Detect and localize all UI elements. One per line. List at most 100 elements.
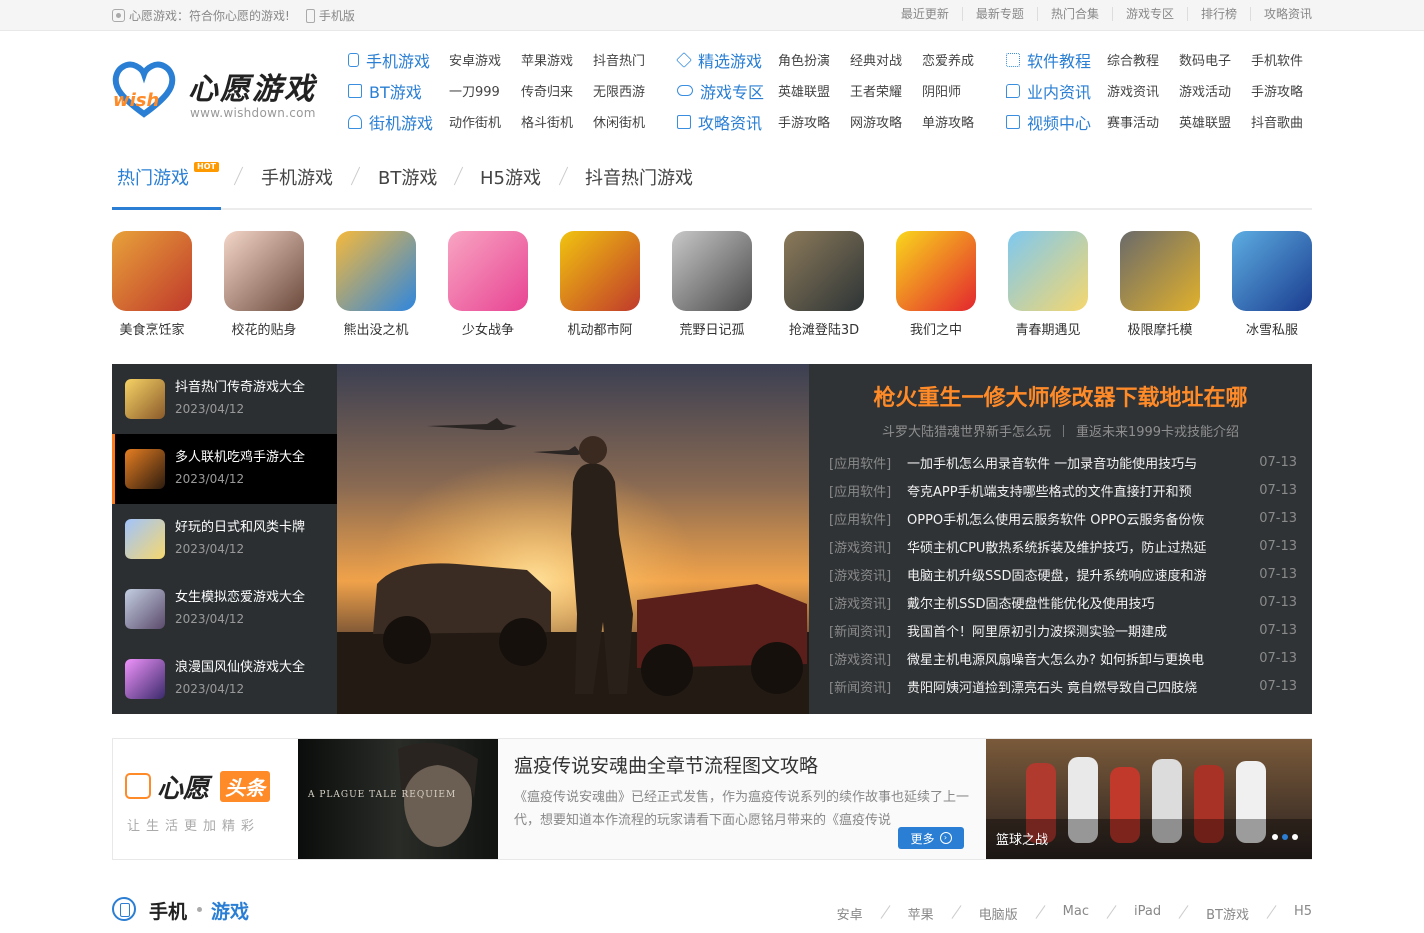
game-card[interactable]: 抢滩登陆3D (784, 231, 864, 338)
nav-sub[interactable]: 王者荣耀 (850, 81, 922, 100)
nav-game-zone[interactable]: 游戏专区 (677, 79, 778, 103)
topic-item[interactable]: 女生模拟恋爱游戏大全 2023/04/12 (112, 574, 337, 644)
news-title: 贵阳阿姨河道捡到漂亮石头 竟自燃导致自己四肢烧 (907, 680, 1198, 696)
nav-sub[interactable]: 格斗街机 (521, 112, 593, 131)
top-link-topics[interactable]: 最新专题 (961, 7, 1037, 21)
top-link-zones[interactable]: 游戏专区 (1111, 7, 1187, 21)
topic-title: 好玩的日式和风类卡牌 (175, 520, 306, 535)
nav-sub[interactable]: 经典对战 (850, 50, 922, 69)
nav-sub[interactable]: 数码电子 (1179, 50, 1251, 69)
nav-sub[interactable]: 休闲街机 (593, 112, 665, 131)
section-link[interactable]: iPad (1134, 904, 1161, 923)
mobile-link[interactable]: 手机版 (319, 7, 355, 24)
game-card[interactable]: 校花的贴身 (224, 231, 304, 338)
site-logo[interactable]: wish 心愿游戏 www.wishdown.com (112, 58, 322, 128)
slide-dot-active[interactable] (1282, 834, 1288, 840)
tab-bt-games[interactable]: BT游戏 (378, 164, 437, 190)
section-link[interactable]: H5 (1294, 904, 1312, 923)
tab-h5-games[interactable]: H5游戏 (480, 164, 541, 190)
game-card[interactable]: 熊出没之机 (336, 231, 416, 338)
nav-sub[interactable]: 抖音热门 (593, 50, 665, 69)
slide-dot[interactable] (1272, 834, 1278, 840)
nav-sub[interactable]: 无限西游 (593, 81, 665, 100)
feature-banner-image[interactable] (337, 364, 809, 714)
nav-guides[interactable]: 攻略资讯 (677, 110, 778, 134)
nav-sub[interactable]: 一刀999 (449, 81, 521, 100)
mobile-icon[interactable] (305, 8, 315, 23)
tab-hot-games[interactable]: 热门游戏 (117, 164, 189, 190)
game-card[interactable]: 我们之中 (896, 231, 976, 338)
nav-sub[interactable]: 英雄联盟 (1179, 112, 1251, 131)
game-name: 校花的贴身 (231, 323, 297, 338)
nav-sub[interactable]: 网游攻略 (850, 112, 922, 131)
news-row[interactable]: [应用软件] 夸克APP手机端支持哪些格式的文件直接打开和预 07-13 (829, 476, 1297, 504)
nav-sub[interactable]: 恋爱养成 (922, 50, 994, 69)
brand-url: www.wishdown.com (190, 106, 316, 120)
more-button[interactable]: 更多 › (898, 827, 964, 849)
topic-item[interactable]: 浪漫国风仙侠游戏大全 2023/04/12 (112, 644, 337, 714)
sub-link-left[interactable]: 斗罗大陆猎魂世界新手怎么玩 (882, 425, 1051, 440)
slide-dot[interactable] (1292, 834, 1298, 840)
nav-sub[interactable]: 阴阳师 (922, 81, 994, 100)
top-link-recent[interactable]: 最近更新 (888, 7, 962, 21)
nav-sub[interactable]: 游戏活动 (1179, 81, 1251, 100)
top-link-ranking[interactable]: 排行榜 (1186, 7, 1250, 21)
nav-industry-news[interactable]: 业内资讯 (1006, 79, 1107, 103)
sub-link-right[interactable]: 重返未来1999卡戎技能介绍 (1076, 425, 1239, 440)
nav-sub[interactable]: 单游攻略 (922, 112, 994, 131)
game-card[interactable]: 冰雪私服 (1232, 231, 1312, 338)
feature-headline[interactable]: 枪火重生一修大师修改器下载地址在哪 (809, 380, 1312, 412)
nav-sub[interactable]: 游戏资讯 (1107, 81, 1179, 100)
nav-featured-games[interactable]: 精选游戏 (676, 48, 778, 72)
nav-sub[interactable]: 动作街机 (449, 112, 521, 131)
news-row[interactable]: [新闻资讯] 贵阳阿姨河道捡到漂亮石头 竟自燃导致自己四肢烧 07-13 (829, 672, 1297, 700)
nav-sub[interactable]: 赛事活动 (1107, 112, 1179, 131)
article-title[interactable]: 瘟疫传说安魂曲全章节流程图文攻略 (514, 751, 969, 778)
nav-sub[interactable]: 手游攻略 (778, 112, 850, 131)
news-row[interactable]: [游戏资讯] 华硕主机CPU散热系统拆装及维护技巧，防止过热延 07-13 (829, 532, 1297, 560)
game-name: 青春期遇见 (1015, 323, 1081, 338)
tab-mobile-games[interactable]: 手机游戏 (261, 164, 333, 190)
nav-mobile-games[interactable]: 手机游戏 (348, 48, 449, 72)
news-row[interactable]: [游戏资讯] 电脑主机升级SSD固态硬盘，提升系统响应速度和游 07-13 (829, 560, 1297, 588)
section-link[interactable]: 电脑版 (979, 904, 1018, 923)
section-link[interactable]: 苹果 (908, 904, 934, 923)
section-link[interactable]: 安卓 (837, 904, 863, 923)
game-card[interactable]: 机动都市阿 (560, 231, 640, 338)
news-row[interactable]: [游戏资讯] 微星主机电源风扇噪音大怎么办? 如何拆卸与更换电 07-13 (829, 644, 1297, 672)
article-poster[interactable]: A PLAGUE TALE REQUIEM (298, 739, 498, 859)
game-card[interactable]: 青春期遇见 (1008, 231, 1088, 338)
basketball-slide[interactable]: 篮球之战 (986, 739, 1312, 859)
tab-douyin-games[interactable]: 抖音热门游戏 (585, 164, 693, 190)
game-card[interactable]: 荒野日记孤 (672, 231, 752, 338)
nav-software-tutorials[interactable]: 软件教程 (1006, 48, 1107, 72)
nav-sub[interactable]: 苹果游戏 (521, 50, 593, 69)
game-card[interactable]: 少女战争 (448, 231, 528, 338)
news-row[interactable]: [游戏资讯] 戴尔主机SSD固态硬盘性能优化及使用技巧 07-13 (829, 588, 1297, 616)
nav-video-center[interactable]: 视频中心 (1006, 110, 1107, 134)
nav-sub[interactable]: 综合教程 (1107, 50, 1179, 69)
nav-sub[interactable]: 手游攻略 (1251, 81, 1323, 100)
nav-sub[interactable]: 角色扮演 (778, 50, 850, 69)
section-link[interactable]: BT游戏 (1206, 904, 1249, 923)
game-name: 美食烹饪家 (119, 323, 185, 338)
nav-sub[interactable]: 英雄联盟 (778, 81, 850, 100)
news-row[interactable]: [新闻资讯] 我国首个！阿里原初引力波探测实验一期建成 07-13 (829, 616, 1297, 644)
nav-arcade-games[interactable]: 街机游戏 (348, 110, 449, 134)
game-card[interactable]: 极限摩托模 (1120, 231, 1200, 338)
top-link-collections[interactable]: 热门合集 (1036, 7, 1112, 21)
topic-item[interactable]: 好玩的日式和风类卡牌 2023/04/12 (112, 504, 337, 574)
topic-item[interactable]: 抖音热门传奇游戏大全 2023/04/12 (112, 364, 337, 434)
nav-bt-games[interactable]: BT游戏 (348, 79, 449, 103)
nav-sub[interactable]: 手机软件 (1251, 50, 1323, 69)
section-link[interactable]: Mac (1063, 904, 1089, 923)
topic-item-active[interactable]: 多人联机吃鸡手游大全 2023/04/12 (112, 434, 337, 504)
nav-sub[interactable]: 抖音歌曲 (1251, 112, 1323, 131)
news-row[interactable]: [应用软件] OPPO手机怎么使用云服务软件 OPPO云服务备份恢 07-13 (829, 504, 1297, 532)
nav-sub[interactable]: 传奇归来 (521, 81, 593, 100)
nav-sub[interactable]: 安卓游戏 (449, 50, 521, 69)
news-row[interactable]: [应用软件] 一加手机怎么用录音软件 一加录音功能使用技巧与 07-13 (829, 448, 1297, 476)
game-card[interactable]: 美食烹饪家 (112, 231, 192, 338)
top-link-guides[interactable]: 攻略资讯 (1249, 7, 1312, 21)
game-name: 冰雪私服 (1245, 323, 1298, 338)
